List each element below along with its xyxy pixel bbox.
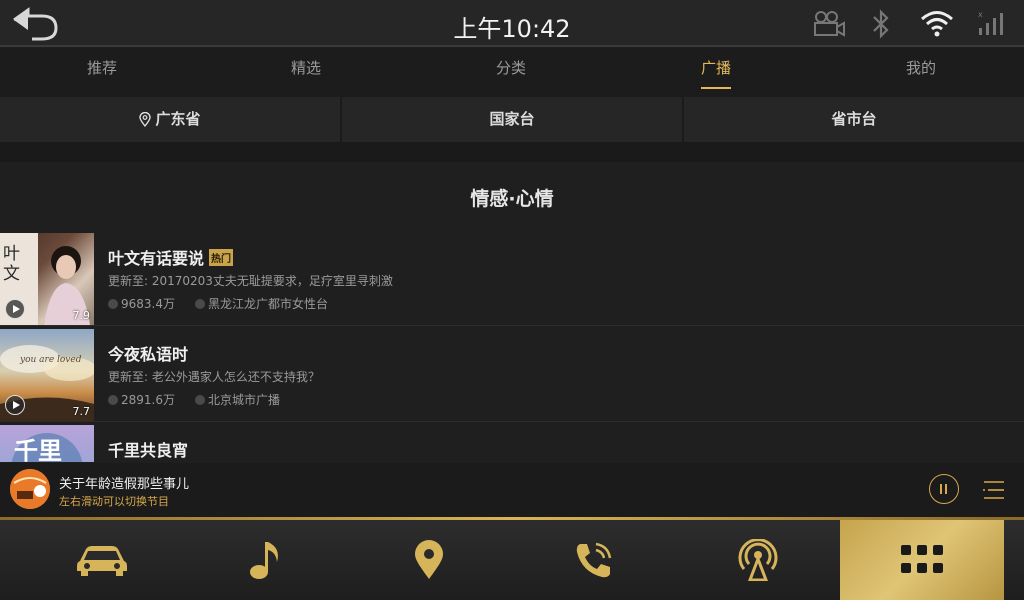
rating-score: 7.9 (72, 309, 91, 322)
program-meta: 9683.4万 黑龙江龙广都市女性台 (108, 295, 328, 312)
program-list[interactable]: 叶 文 7.9 叶文有话要说 热门 更新至: 20170203丈夫无耻提要求，足疗… (0, 232, 1024, 462)
program-thumbnail: 叶 文 7.9 (0, 233, 94, 325)
category-tabs: 推荐 精选 分类 广播 我的 (0, 48, 1024, 97)
program-title: 叶文有话要说 热门 (108, 245, 234, 269)
section-title: 情感·心情 (470, 188, 554, 210)
rating-score: 7.7 (72, 405, 91, 418)
program-update: 更新至: 老公外遇家人怎么还不支持我？ (108, 370, 320, 384)
status-bar: 上午10:42 x (0, 0, 1024, 47)
tab-broadcast-label: 广播 (700, 59, 731, 77)
cover-art (10, 469, 50, 509)
tab-active-indicator (701, 87, 731, 89)
play-count-icon (108, 299, 118, 309)
app-root: 上午10:42 x 推荐 精选 分类 广播 我的 广东省 国家台 省市台 情感·… (0, 0, 1024, 600)
region-filter-bar: 广东省 国家台 省市台 (0, 97, 1024, 142)
tab-featured[interactable]: 精选 (256, 57, 356, 78)
spacer (0, 142, 1024, 162)
program-thumbnail: you are loved 7.7 (0, 329, 94, 421)
tab-category[interactable]: 分类 (461, 57, 561, 78)
car-icon (77, 546, 127, 576)
phone-icon (576, 542, 612, 578)
filter-provincial-city[interactable]: 省市台 (684, 97, 1024, 142)
station-icon (195, 395, 205, 405)
program-title-text: 叶文有话要说 (108, 249, 205, 268)
tab-broadcast[interactable]: 广播 (666, 57, 766, 89)
radio-antenna-icon (738, 539, 778, 581)
station-name: 黑龙江龙广都市女性台 (208, 297, 329, 311)
list-item[interactable]: 叶 文 7.9 叶文有话要说 热门 更新至: 20170203丈夫无耻提要求，足疗… (0, 232, 1024, 326)
music-note-icon (250, 542, 278, 579)
dock-radio-button[interactable] (673, 520, 843, 600)
svg-text:x: x (978, 10, 983, 19)
swipe-hint: 左右滑动可以切换节目 (59, 495, 169, 508)
now-playing-title: 关于年龄造假那些事儿 (59, 477, 190, 492)
station-name: 北京城市广播 (208, 393, 281, 407)
play-count: 2891.6万 (121, 393, 175, 407)
dock-phone-button[interactable] (509, 520, 679, 600)
playlist-icon[interactable] (982, 478, 1006, 502)
dock-apps-button[interactable] (840, 520, 1004, 600)
bottom-dock (0, 520, 1024, 600)
hot-badge: 热门 (209, 249, 234, 266)
program-thumbnail: 千里 (0, 425, 94, 462)
station-icon (195, 299, 205, 309)
cover-text: 千里 (14, 437, 62, 462)
wifi-icon (921, 11, 953, 37)
tab-mine[interactable]: 我的 (871, 57, 971, 78)
program-meta: 2891.6万 北京城市广播 (108, 391, 280, 408)
now-playing-avatar[interactable] (10, 469, 50, 509)
apps-grid-icon (901, 545, 943, 573)
dock-car-button[interactable] (17, 520, 187, 600)
filter-province[interactable]: 广东省 (0, 97, 340, 142)
list-item[interactable]: 千里 千里共良宵 (0, 424, 1024, 462)
play-count-icon (108, 395, 118, 405)
list-item[interactable]: you are loved 7.7 今夜私语时 更新至: 老公外遇家人怎么还不支… (0, 328, 1024, 422)
pause-button[interactable] (929, 474, 959, 504)
dock-music-button[interactable] (181, 520, 351, 600)
dock-navigation-button[interactable] (344, 520, 514, 600)
cover-art: 千里 (11, 433, 83, 462)
play-icon[interactable] (5, 299, 25, 319)
map-pin-icon (415, 540, 443, 579)
play-icon[interactable] (5, 395, 25, 415)
mini-player[interactable]: 关于年龄造假那些事儿 左右滑动可以切换节目 (0, 463, 1024, 517)
program-update: 更新至: 20170203丈夫无耻提要求，足疗室里寻刺激 (108, 274, 393, 288)
signal-icon: x (978, 10, 1003, 35)
svg-text:叶: 叶 (3, 244, 20, 264)
location-pin-icon (139, 112, 152, 127)
cover-text: you are loved (19, 355, 82, 365)
play-count: 9683.4万 (121, 297, 175, 311)
tab-recommend[interactable]: 推荐 (52, 57, 152, 78)
filter-province-label: 广东省 (155, 110, 201, 128)
camera-icon (814, 11, 845, 37)
svg-text:文: 文 (3, 264, 20, 284)
filter-national[interactable]: 国家台 (342, 97, 682, 142)
program-title: 千里共良宵 (108, 441, 189, 460)
bluetooth-icon (873, 9, 889, 39)
program-title: 今夜私语时 (108, 345, 189, 364)
